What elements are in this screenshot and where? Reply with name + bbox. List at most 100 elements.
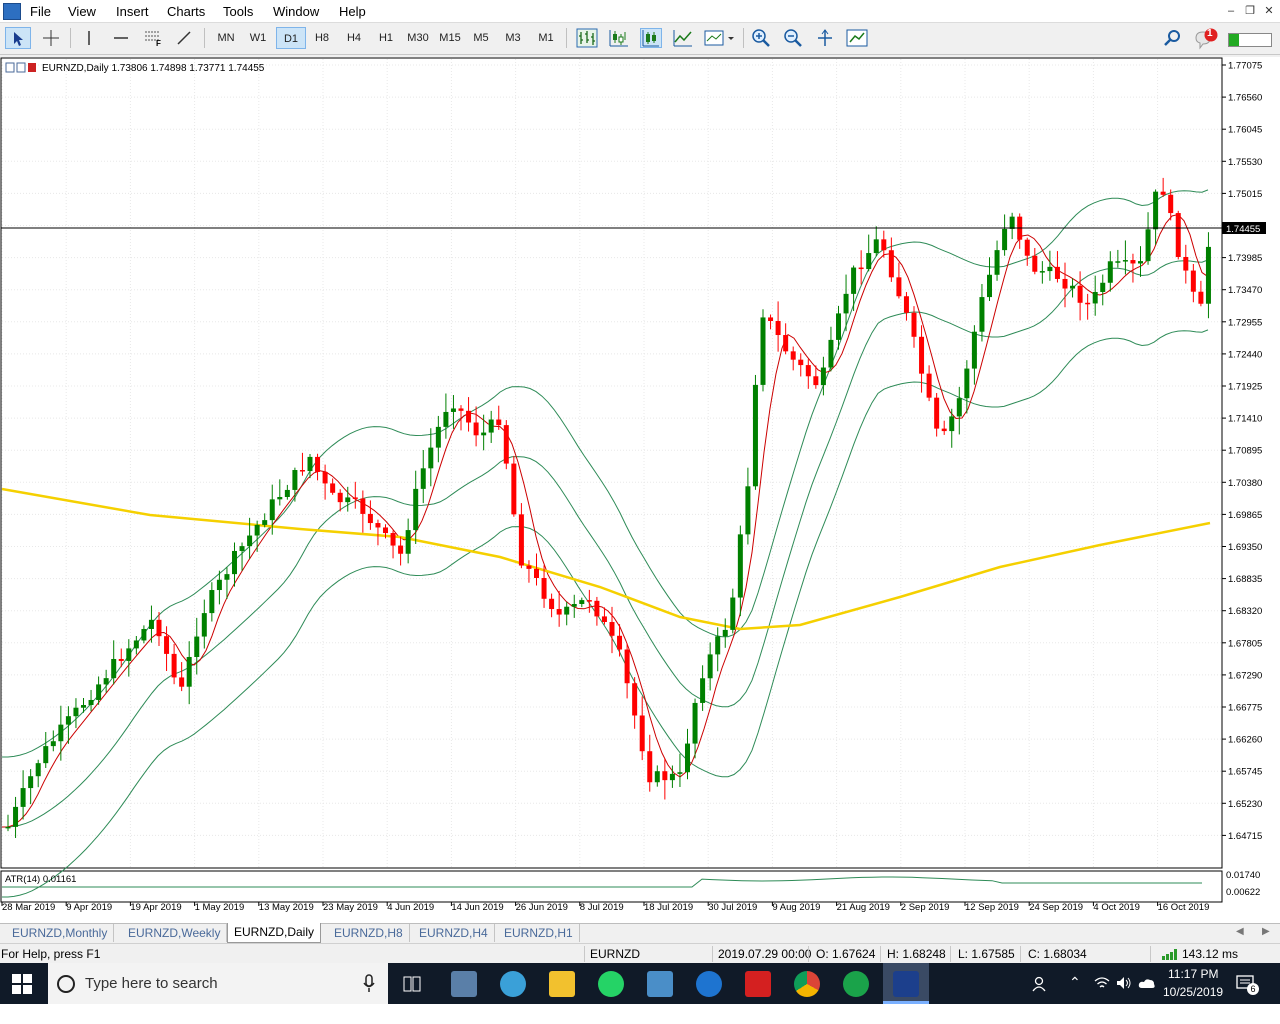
menu-tools[interactable]: Tools [223,4,253,19]
candle-body [148,619,154,629]
clock-time[interactable]: 11:17 PM [1168,967,1218,981]
taskbar-app-anydesk-icon[interactable] [745,971,771,997]
taskbar-app-computer-icon[interactable] [451,971,477,997]
candle-body [307,456,313,472]
auto-scroll-button[interactable] [846,28,868,48]
timeframe-m30[interactable]: M30 [403,27,433,49]
taskbar-app-fxchoice-active[interactable] [883,963,929,1004]
candle-body [194,636,200,657]
candle-body [466,410,472,423]
search-button[interactable] [1162,28,1184,48]
candle-body [1009,216,1015,229]
taskbar-app-edge-icon[interactable] [696,971,722,997]
taskbar-app-whatsapp-icon[interactable] [598,971,624,997]
candle-body [73,707,79,717]
price-tick-label: 1.73470 [1228,285,1262,296]
vertical-line-button[interactable] [78,27,100,49]
candle-body [722,629,728,637]
candles-active-button[interactable] [640,28,662,48]
volume-icon[interactable] [1116,976,1132,990]
candle-body [413,488,419,531]
menu-charts[interactable]: Charts [167,4,205,19]
app-icon[interactable] [3,3,21,20]
horizontal-line-icon [114,37,128,39]
connection-bar-fill [1229,34,1239,46]
taskbar-app-network-icon[interactable] [647,971,673,997]
restore-icon[interactable]: ❐ [1241,4,1259,18]
timeframe-h8[interactable]: H8 [307,27,337,49]
clock-date[interactable]: 10/25/2019 [1163,985,1223,999]
bar-chart-button[interactable] [576,28,598,48]
tab-h1[interactable]: EURNZD,H1 [498,924,580,942]
menu-bar: File View Insert Charts Tools Window Hel… [0,0,1280,23]
taskbar-search-box[interactable]: Type here to search [48,963,388,1004]
trendline-button[interactable] [173,27,195,49]
timeframe-h1[interactable]: H1 [371,27,401,49]
onedrive-cloud-icon[interactable] [1138,977,1156,989]
tab-weekly[interactable]: EURNZD,Weekly [122,924,228,942]
status-close: C: 1.68034 [1028,947,1087,961]
cursor-tool-button[interactable] [5,27,31,49]
timeframe-w1[interactable]: W1 [243,27,273,49]
price-chart[interactable]: 1.77075 1.76560 1.76045 1.75530 1.75015 1.739… [0,57,1280,923]
tab-h8[interactable]: EURNZD,H8 [328,924,410,942]
timeframe-mn[interactable]: MN [211,27,241,49]
timeframe-m3[interactable]: M3 [498,27,528,49]
candle-body [549,598,555,610]
price-tick-label: 1.67290 [1228,670,1262,681]
taskbar-app-file-explorer-icon[interactable] [549,971,575,997]
candle-body [5,826,11,829]
timeframe-m1[interactable]: M1 [531,27,561,49]
timeframe-m15[interactable]: M15 [435,27,465,49]
taskbar-app-chrome-icon[interactable] [794,971,820,997]
status-symbol: EURNZD [590,947,640,961]
chart-shift-button[interactable] [814,28,836,48]
menu-insert[interactable]: Insert [116,4,149,19]
candle-body [1138,261,1143,264]
people-icon[interactable] [1032,975,1050,993]
wifi-icon[interactable] [1094,976,1110,990]
menu-file[interactable]: File [30,4,51,19]
menu-view[interactable]: View [68,4,96,19]
timeframe-d1[interactable]: D1 [276,27,306,49]
tab-h4[interactable]: EURNZD,H4 [413,924,495,942]
zoom-in-button[interactable] [750,28,772,48]
windows-start-icon[interactable] [12,974,32,994]
taskbar-app-green-icon[interactable] [843,971,869,997]
vertical-line-icon [88,31,90,45]
zoom-out-button[interactable] [782,28,804,48]
menu-help[interactable]: Help [339,4,366,19]
tabs-scroll-left-icon[interactable]: ◀ [1236,926,1244,937]
price-tick-label: 1.71925 [1228,382,1262,393]
horizontal-line-button[interactable] [110,27,132,49]
line-chart-button[interactable] [672,28,694,48]
candle-body [345,497,351,503]
candle-body [700,678,706,703]
timeframe-h4[interactable]: H4 [339,27,369,49]
chevron-up-icon[interactable]: ⌃ [1069,974,1081,991]
minimize-icon[interactable]: – [1222,4,1240,18]
line-chart-icon [673,30,692,47]
candle-body [13,806,19,827]
menu-window[interactable]: Window [273,4,319,19]
candle-body [1175,213,1181,257]
fibonacci-button[interactable]: F [141,27,165,49]
date-tick-label: 4 Jun 2019 [387,902,434,913]
tabs-scroll-right-icon[interactable]: ▶ [1262,926,1270,937]
crosshair-button[interactable] [38,27,64,49]
tab-monthly[interactable]: EURNZD,Monthly [6,924,115,942]
task-view-icon[interactable] [402,975,422,993]
price-tick-label: 1.73985 [1228,253,1262,264]
templates-button[interactable] [704,28,734,48]
candle-body [405,530,411,554]
taskbar-app-paint-icon[interactable] [500,971,526,997]
timeframe-m5[interactable]: M5 [466,27,496,49]
chart-window[interactable]: 1.77075 1.76560 1.76045 1.75530 1.75015 1.739… [0,57,1280,923]
current-price-label: 1.74455 [1226,224,1260,235]
tab-daily[interactable]: EURNZD,Daily [227,923,322,943]
notifications-button[interactable]: 1 [1194,28,1220,50]
close-icon[interactable]: ✕ [1260,4,1278,18]
candlestick-chart-button[interactable] [608,28,630,48]
candle-body [987,274,992,298]
microphone-icon[interactable] [362,974,376,994]
